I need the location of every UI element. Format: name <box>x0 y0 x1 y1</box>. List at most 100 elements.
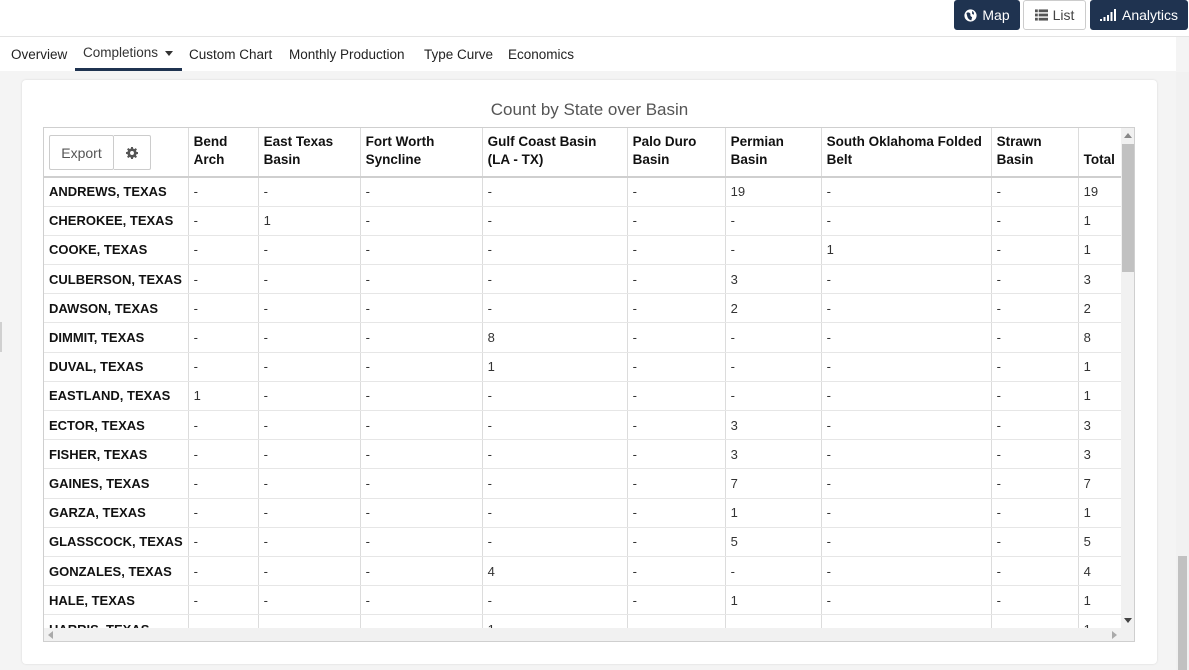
table-row: EASTLAND, TEXAS 1- - - - - - -1 <box>44 381 1125 412</box>
table-cell: - <box>627 556 726 587</box>
table-cell: - <box>188 410 259 441</box>
scroll-left-icon[interactable] <box>48 631 53 639</box>
column-header[interactable]: Permian Basin <box>725 128 822 178</box>
table-cell: - <box>360 206 483 236</box>
column-header[interactable]: Fort Worth Syncline <box>360 128 483 178</box>
table-cell: - <box>627 206 726 236</box>
table-row: CULBERSON, TEXAS - - - - -3- -3 <box>44 264 1125 295</box>
table-cell: 1 <box>1078 585 1125 616</box>
table-cell: - <box>360 264 483 295</box>
table-cell: 3 <box>725 410 822 441</box>
chart-title: Count by State over Basin <box>490 100 689 119</box>
table-cell: - <box>482 264 628 295</box>
table-cell: - <box>821 410 992 441</box>
table-cell: 3 <box>725 264 822 295</box>
settings-button[interactable] <box>114 135 151 170</box>
tab-custom-chart[interactable]: Custom Chart <box>183 37 278 71</box>
table-cell: - <box>360 381 483 412</box>
table-cell: - <box>991 381 1079 412</box>
table-cell: - <box>258 439 361 470</box>
tab-type-curve[interactable]: Type Curve <box>418 37 499 71</box>
table-cell: - <box>627 439 726 470</box>
column-header[interactable]: Total <box>1078 128 1125 178</box>
map-view-button[interactable]: Map <box>954 0 1020 30</box>
table-cell: - <box>360 322 483 353</box>
resize-handle[interactable] <box>0 322 2 352</box>
scroll-down-icon[interactable] <box>1124 618 1132 623</box>
table-cell: - <box>627 468 726 499</box>
table-cell: - <box>821 381 992 412</box>
table-cell: - <box>627 498 726 528</box>
table-cell: - <box>258 322 361 353</box>
table-cell: - <box>258 585 361 616</box>
export-button[interactable]: Export <box>49 135 114 170</box>
page-scrollbar[interactable] <box>1176 72 1189 670</box>
column-header[interactable]: East Texas Basin <box>258 128 361 178</box>
grid-horizontal-scrollbar[interactable] <box>44 628 1121 641</box>
table-cell: - <box>188 556 259 587</box>
column-header[interactable]: South Oklahoma Folded Belt <box>821 128 992 178</box>
row-label: EASTLAND, TEXAS <box>44 381 189 412</box>
tab-overview[interactable]: Overview <box>5 37 73 71</box>
table-cell: - <box>821 293 992 324</box>
table-cell: - <box>482 468 628 499</box>
table-cell: - <box>188 235 259 266</box>
table-cell: - <box>821 585 992 616</box>
table-cell: 4 <box>1078 556 1125 587</box>
tab-economics[interactable]: Economics <box>502 37 580 71</box>
signal-bars-icon <box>1099 9 1116 21</box>
table-cell: - <box>627 527 726 557</box>
table-cell: - <box>991 556 1079 587</box>
table-row: COOKE, TEXAS - - - - - -1-1 <box>44 235 1125 266</box>
column-header[interactable]: Palo Duro Basin <box>627 128 726 178</box>
scroll-up-icon[interactable] <box>1124 133 1132 138</box>
table-row: DAWSON, TEXAS - - - - -2- -2 <box>44 293 1125 324</box>
table-cell: - <box>821 206 992 236</box>
row-label: GLASSCOCK, TEXAS <box>44 527 189 557</box>
row-label: GAINES, TEXAS <box>44 468 189 499</box>
column-header[interactable]: Bend Arch <box>188 128 259 178</box>
table-cell: - <box>188 322 259 353</box>
table-cell: - <box>482 410 628 441</box>
list-icon <box>1034 9 1048 21</box>
header-row: Export Bend Arch East Texas Basin Fort Wor… <box>44 128 1125 178</box>
table-cell: 1 <box>725 585 822 616</box>
table-cell: - <box>258 235 361 266</box>
toolbar-cell: Export <box>44 128 189 178</box>
list-view-button[interactable]: List <box>1023 0 1086 30</box>
globe-icon <box>964 8 977 22</box>
table-cell: - <box>360 527 483 557</box>
tab-completions[interactable]: Completions <box>75 37 182 71</box>
table-cell: - <box>627 410 726 441</box>
row-label: CHEROKEE, TEXAS <box>44 206 189 236</box>
table-cell: 3 <box>725 439 822 470</box>
table-cell: - <box>991 235 1079 266</box>
table-cell: 19 <box>725 177 822 207</box>
table-cell: - <box>258 381 361 412</box>
column-header[interactable]: Gulf Coast Basin (LA - TX) <box>482 128 628 178</box>
row-label: ANDREWS, TEXAS <box>44 177 189 207</box>
table-cell: - <box>360 585 483 616</box>
table-cell: - <box>258 468 361 499</box>
table-cell: 3 <box>1078 410 1125 441</box>
table-row: GARZA, TEXAS - - - - -1- -1 <box>44 498 1125 528</box>
analytics-view-button[interactable]: Analytics <box>1090 0 1188 30</box>
table-cell: - <box>991 585 1079 616</box>
table-cell: - <box>360 293 483 324</box>
tab-monthly-production[interactable]: Monthly Production <box>283 37 411 71</box>
table-cell: - <box>821 352 992 382</box>
grid-vertical-scrollbar[interactable] <box>1121 128 1134 628</box>
analytics-label: Analytics <box>1121 7 1179 23</box>
table-cell: 1 <box>1078 235 1125 266</box>
table-cell: - <box>627 352 726 382</box>
scroll-thumb[interactable] <box>1122 144 1134 272</box>
table-cell: - <box>991 439 1079 470</box>
table-row: FISHER, TEXAS - - - - -3- -3 <box>44 439 1125 470</box>
table-cell: - <box>258 264 361 295</box>
table-cell: - <box>360 439 483 470</box>
page-scroll-thumb[interactable] <box>1178 556 1187 670</box>
table-row: DUVAL, TEXAS - - -1- - - -1 <box>44 352 1125 382</box>
table-cell: - <box>725 381 822 412</box>
column-header[interactable]: Strawn Basin <box>991 128 1079 178</box>
scroll-right-icon[interactable] <box>1112 631 1117 639</box>
